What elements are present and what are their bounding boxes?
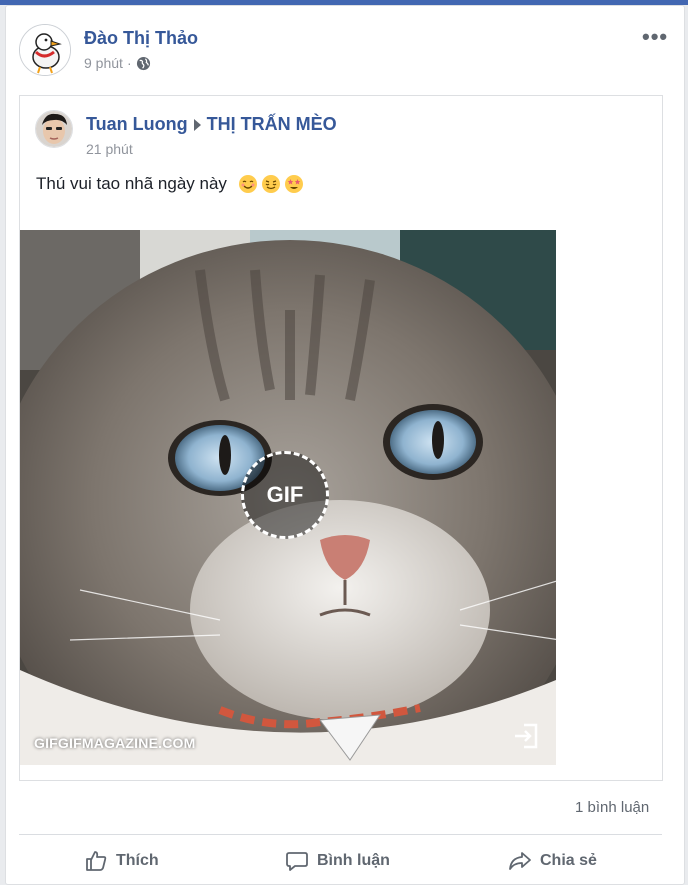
action-divider	[19, 834, 662, 835]
goose-avatar-icon	[20, 25, 70, 75]
open-external-icon[interactable]	[512, 721, 542, 751]
comment-bubble-icon	[286, 852, 308, 871]
comment-count[interactable]: 1 bình luận	[575, 799, 649, 816]
person-photo-icon	[36, 111, 72, 147]
meta-separator: ·	[126, 55, 132, 71]
share-button[interactable]: Chia sẻ	[508, 849, 597, 873]
thumbs-up-icon	[86, 851, 107, 871]
poster-avatar[interactable]	[19, 24, 71, 76]
smiling-face-icon	[238, 175, 257, 193]
shared-post-time[interactable]: 21 phút	[86, 141, 133, 157]
like-label: Thích	[116, 852, 159, 869]
shared-author-avatar[interactable]	[35, 110, 73, 148]
comment-label: Bình luận	[317, 852, 390, 869]
post-time[interactable]: 9 phút	[84, 55, 123, 71]
star-struck-face-icon	[284, 175, 303, 193]
gif-play-badge[interactable]: GIF	[241, 451, 329, 539]
shared-post-header: Tuan Luong THỊ TRẤN MÈO	[86, 114, 337, 135]
gif-watermark: GIFGIFMAGAZINE.COM	[34, 735, 196, 751]
gif-media[interactable]: GIF GIFGIFMAGAZINE.COM	[20, 230, 556, 765]
post-meta: 9 phút ·	[84, 55, 151, 71]
share-label: Chia sẻ	[540, 852, 597, 869]
shared-author-name[interactable]: Tuan Luong	[86, 114, 188, 135]
more-options-icon[interactable]: •••	[642, 24, 668, 50]
share-arrow-icon	[509, 852, 531, 870]
relieved-face-icon	[261, 175, 280, 193]
post-caption: Thú vui tao nhã ngày này	[36, 174, 304, 194]
like-button[interactable]: Thích	[84, 849, 159, 873]
comment-button[interactable]: Bình luận	[285, 849, 390, 873]
globe-icon[interactable]	[136, 56, 151, 71]
group-name[interactable]: THỊ TRẤN MÈO	[207, 114, 337, 135]
triangle-right-icon	[193, 118, 201, 131]
poster-name[interactable]: Đào Thị Thảo	[84, 28, 198, 49]
caption-text: Thú vui tao nhã ngày này	[36, 174, 227, 193]
shared-post[interactable]: Tuan Luong THỊ TRẤN MÈO 21 phút Thú vui …	[19, 95, 663, 781]
feed-post-card: Đào Thị Thảo 9 phút · ••• Tuan Luong THỊ…	[5, 5, 685, 885]
